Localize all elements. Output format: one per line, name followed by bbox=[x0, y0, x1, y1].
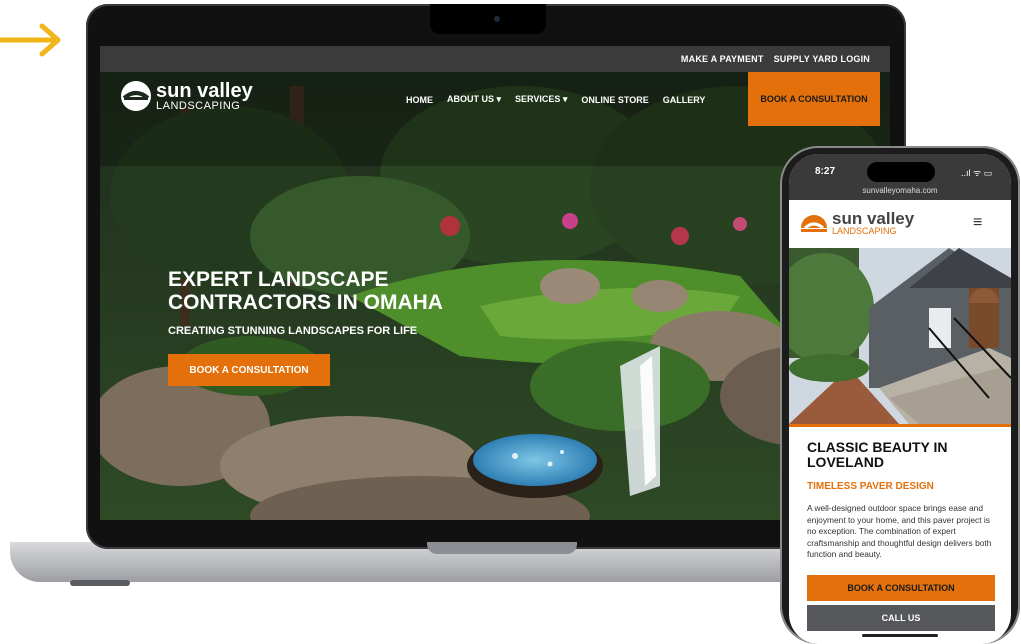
nav-home[interactable]: HOME bbox=[406, 95, 433, 105]
phone-time: 8:27 bbox=[815, 166, 836, 177]
accent-stripe bbox=[789, 424, 1011, 427]
house-steps-photo bbox=[789, 248, 1011, 424]
camera-icon bbox=[494, 16, 500, 22]
hamburger-menu-icon[interactable]: ≡ bbox=[973, 214, 982, 232]
book-consultation-hero-button[interactable]: BOOK A CONSULTATION bbox=[168, 354, 330, 386]
phone-logo-name: sun valley bbox=[832, 209, 915, 228]
site-logo[interactable]: sun valley LANDSCAPING bbox=[120, 80, 253, 112]
sun-logo-icon bbox=[121, 81, 151, 111]
make-payment-link[interactable]: MAKE A PAYMENT bbox=[681, 54, 764, 64]
call-us-button[interactable]: CALL US bbox=[807, 605, 995, 631]
hero-title: EXPERT LANDSCAPE CONTRACTORS IN OMAHA bbox=[168, 268, 443, 314]
main-nav: HOME ABOUT US ▾ SERVICES ▾ ONLINE STORE … bbox=[406, 94, 705, 105]
laptop-foot bbox=[70, 580, 130, 586]
project-description: A well-designed outdoor space brings eas… bbox=[807, 503, 992, 559]
hero-subtitle: CREATING STUNNING LANDSCAPES FOR LIFE bbox=[168, 325, 418, 337]
nav-services[interactable]: SERVICES ▾ bbox=[515, 94, 567, 105]
laptop-lip bbox=[427, 542, 577, 554]
right-arrow-icon bbox=[0, 23, 61, 57]
status-icons: ..ıl ᯤ ▭ bbox=[961, 168, 993, 178]
laptop-screen: MAKE A PAYMENT SUPPLY YARD LOGIN sun val… bbox=[100, 46, 890, 520]
logo-name: sun valley bbox=[156, 79, 253, 102]
project-subtitle: TIMELESS PAVER DESIGN bbox=[807, 481, 934, 492]
phone-url-bar[interactable]: sunvalleyomaha.com bbox=[789, 186, 1011, 195]
sun-logo-icon bbox=[801, 215, 827, 232]
laptop-notch bbox=[430, 4, 546, 34]
nav-gallery[interactable]: GALLERY bbox=[663, 95, 706, 105]
book-consultation-nav-button[interactable]: BOOK A CONSULTATION bbox=[748, 72, 880, 126]
phone-screen: 8:27 ..ıl ᯤ ▭ sunvalleyomaha.com sun val… bbox=[789, 154, 1011, 644]
phone-site-logo[interactable]: sun valley LANDSCAPING bbox=[799, 210, 914, 236]
phone-logo-sub: LANDSCAPING bbox=[832, 226, 897, 236]
logo-sub: LANDSCAPING bbox=[156, 99, 241, 112]
nav-online-store[interactable]: ONLINE STORE bbox=[581, 95, 648, 105]
nav-about-us[interactable]: ABOUT US ▾ bbox=[447, 94, 501, 105]
utility-bar: MAKE A PAYMENT SUPPLY YARD LOGIN bbox=[100, 46, 890, 72]
project-title: CLASSIC BEAUTY IN LOVELAND bbox=[807, 439, 948, 470]
book-consultation-button[interactable]: BOOK A CONSULTATION bbox=[807, 575, 995, 601]
supply-yard-login-link[interactable]: SUPPLY YARD LOGIN bbox=[774, 54, 870, 64]
dynamic-island bbox=[867, 162, 935, 182]
home-indicator bbox=[862, 634, 938, 637]
